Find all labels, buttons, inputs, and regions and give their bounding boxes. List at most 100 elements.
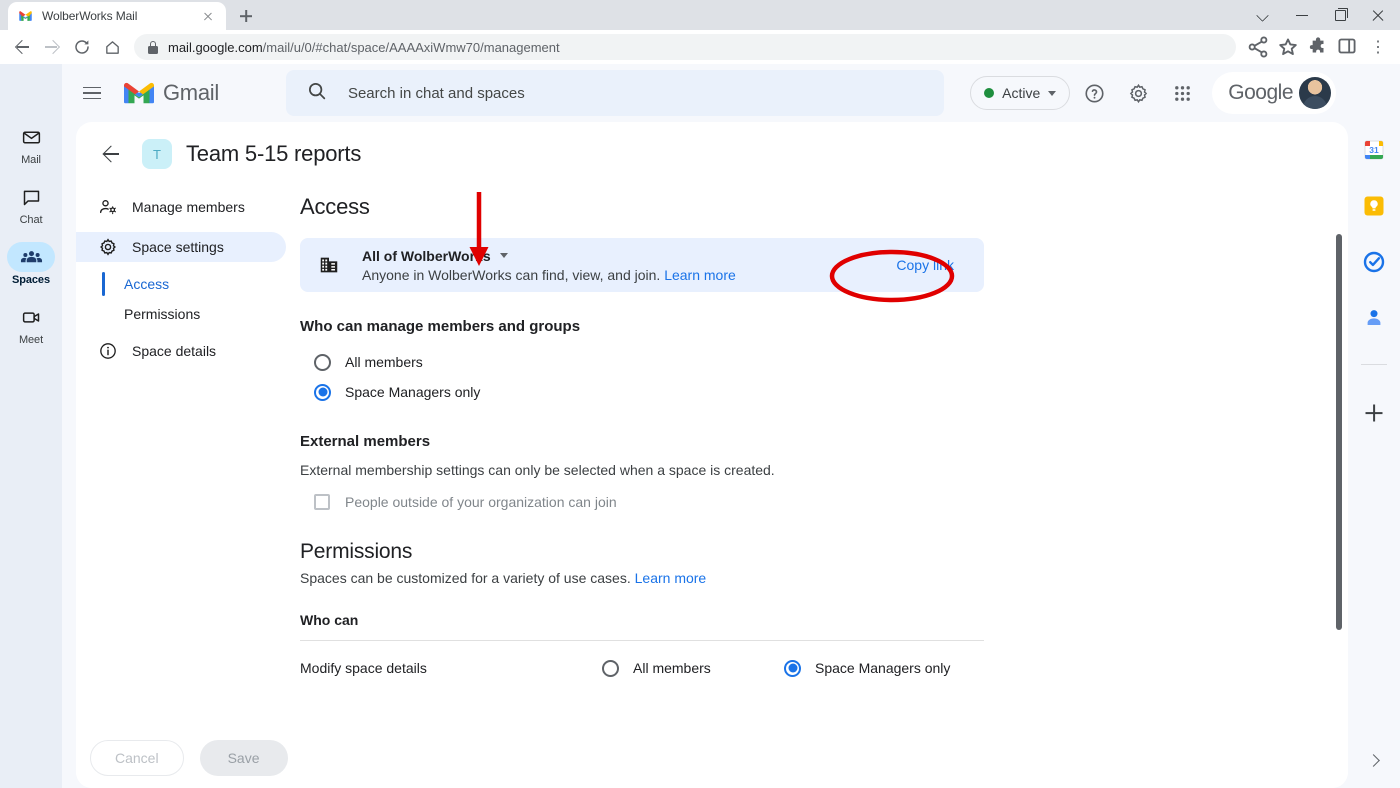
sidebar-item-label: Mail <box>21 154 41 166</box>
google-keep-icon[interactable] <box>1362 194 1386 218</box>
search-input[interactable]: Search in chat and spaces <box>286 70 944 116</box>
google-calendar-icon[interactable]: 31 <box>1362 138 1386 162</box>
external-note: External membership settings can only be… <box>300 462 1318 478</box>
access-heading: Access <box>300 194 1318 220</box>
main-column: Gmail Search in chat and spaces Active <box>62 64 1348 788</box>
chrome-menu-icon[interactable] <box>1364 33 1392 61</box>
who-can-header: Who can <box>300 612 1318 628</box>
save-button[interactable]: Save <box>200 740 288 776</box>
plus-icon[interactable] <box>1362 401 1386 425</box>
sidebar-item-meet[interactable]: Meet <box>3 302 59 346</box>
close-icon[interactable] <box>200 8 216 24</box>
tab-strip: WolberWorks Mail <box>0 0 1400 30</box>
url-host: mail.google.com <box>168 40 263 55</box>
learn-more-link[interactable]: Learn more <box>664 267 736 283</box>
scrollbar[interactable] <box>1336 234 1342 630</box>
nav-item-manage-members[interactable]: Manage members <box>76 192 286 222</box>
forward-icon[interactable] <box>38 33 66 61</box>
google-contacts-icon[interactable] <box>1362 306 1386 330</box>
account-chip[interactable]: Google <box>1212 72 1336 114</box>
side-panel-icon[interactable] <box>1334 33 1362 61</box>
hamburger-icon[interactable] <box>72 73 112 113</box>
access-scope-text: All of WolberWorks Anyone in WolberWorks… <box>362 248 736 283</box>
radio-space-managers-only[interactable]: Space Managers only <box>300 377 1318 407</box>
checkbox-icon <box>314 494 330 510</box>
header-actions: Active Google <box>970 72 1348 114</box>
tab-search-icon[interactable] <box>1246 0 1282 30</box>
permission-option-space-managers-only[interactable]: Space Managers only <box>784 660 966 677</box>
app-rail: Mail Chat Spaces Meet <box>0 64 62 788</box>
apps-grid-icon[interactable] <box>1162 73 1202 113</box>
gmail-logo: Gmail <box>124 80 219 106</box>
sidebar-item-spaces[interactable]: Spaces <box>3 242 59 286</box>
nav-item-space-settings[interactable]: Space settings <box>76 232 286 262</box>
browser-window: WolberWorks Mail mail.google.com/mail/u/… <box>0 0 1400 788</box>
avatar[interactable] <box>1299 77 1331 109</box>
table-row: Modify space details All members Space M… <box>300 641 984 695</box>
org-dropdown[interactable]: All of WolberWorks <box>362 248 736 264</box>
chevron-right-icon[interactable] <box>1365 752 1383 770</box>
sidebar-item-label: Spaces <box>12 274 50 286</box>
help-circle-icon[interactable] <box>1074 73 1114 113</box>
window-controls <box>1246 0 1396 30</box>
chevron-down-icon <box>1048 91 1056 96</box>
google-tasks-icon[interactable] <box>1362 250 1386 274</box>
radio-label: Space Managers only <box>345 384 480 400</box>
access-scope-card: All of WolberWorks Anyone in WolberWorks… <box>300 238 984 292</box>
radio-all-members[interactable]: All members <box>300 347 1318 377</box>
reload-icon[interactable] <box>68 33 96 61</box>
svg-text:31: 31 <box>1369 145 1379 155</box>
back-icon[interactable] <box>8 33 36 61</box>
learn-more-link[interactable]: Learn more <box>635 570 707 586</box>
new-tab-button[interactable] <box>232 2 260 30</box>
search-placeholder: Search in chat and spaces <box>348 85 525 102</box>
browser-tab[interactable]: WolberWorks Mail <box>8 2 226 30</box>
settings-nav: Manage members Space settings <box>76 186 286 788</box>
product-name: Gmail <box>163 80 219 106</box>
bookmark-star-icon[interactable] <box>1274 33 1302 61</box>
radio-icon <box>602 660 619 677</box>
access-description-text: Anyone in WolberWorks can find, view, an… <box>362 267 660 283</box>
copy-link-button[interactable]: Copy link <box>882 249 968 281</box>
video-camera-icon <box>7 302 55 332</box>
lock-icon <box>148 41 158 54</box>
speech-bubble-icon <box>7 182 55 212</box>
permission-option-all-members[interactable]: All members <box>602 660 784 677</box>
extensions-icon[interactable] <box>1304 33 1332 61</box>
permissions-description-text: Spaces can be customized for a variety o… <box>300 570 631 586</box>
radio-label: All members <box>633 660 711 676</box>
sidebar-item-mail[interactable]: Mail <box>3 122 59 166</box>
url-text: mail.google.com/mail/u/0/#chat/space/AAA… <box>168 40 560 55</box>
sidebar-item-chat[interactable]: Chat <box>3 182 59 226</box>
people-group-icon <box>7 242 55 272</box>
gear-icon[interactable] <box>1118 73 1158 113</box>
status-badge[interactable]: Active <box>970 76 1070 110</box>
access-description: Anyone in WolberWorks can find, view, an… <box>362 267 736 283</box>
radio-icon <box>314 354 331 371</box>
building-icon <box>318 254 340 276</box>
space-settings-card: T Team 5-15 reports Manage members <box>76 122 1348 788</box>
nav-subitem-permissions[interactable]: Permissions <box>102 302 286 326</box>
cancel-button[interactable]: Cancel <box>90 740 184 776</box>
app-header: Gmail Search in chat and spaces Active <box>62 64 1348 122</box>
envelope-icon <box>7 122 55 152</box>
checkbox-label: People outside of your organization can … <box>345 494 617 510</box>
nav-item-space-details[interactable]: Space details <box>76 336 286 366</box>
close-icon[interactable] <box>1360 0 1396 30</box>
content-area: T Team 5-15 reports Manage members <box>62 122 1348 788</box>
active-indicator <box>102 272 105 296</box>
nav-subitem-access[interactable]: Access <box>102 272 286 296</box>
back-arrow-icon[interactable] <box>94 137 128 171</box>
maximize-icon[interactable] <box>1322 0 1358 30</box>
minimize-icon[interactable] <box>1284 0 1320 30</box>
divider <box>1361 364 1387 365</box>
address-bar[interactable]: mail.google.com/mail/u/0/#chat/space/AAA… <box>134 34 1236 60</box>
home-icon[interactable] <box>98 33 126 61</box>
browser-toolbar: mail.google.com/mail/u/0/#chat/space/AAA… <box>0 30 1400 64</box>
sidebar-item-label: Meet <box>19 334 43 346</box>
space-header: T Team 5-15 reports <box>76 122 1348 186</box>
toolbar-actions <box>1244 33 1392 61</box>
share-icon[interactable] <box>1244 33 1272 61</box>
space-avatar: T <box>142 139 172 169</box>
permissions-heading: Permissions <box>300 540 1318 564</box>
